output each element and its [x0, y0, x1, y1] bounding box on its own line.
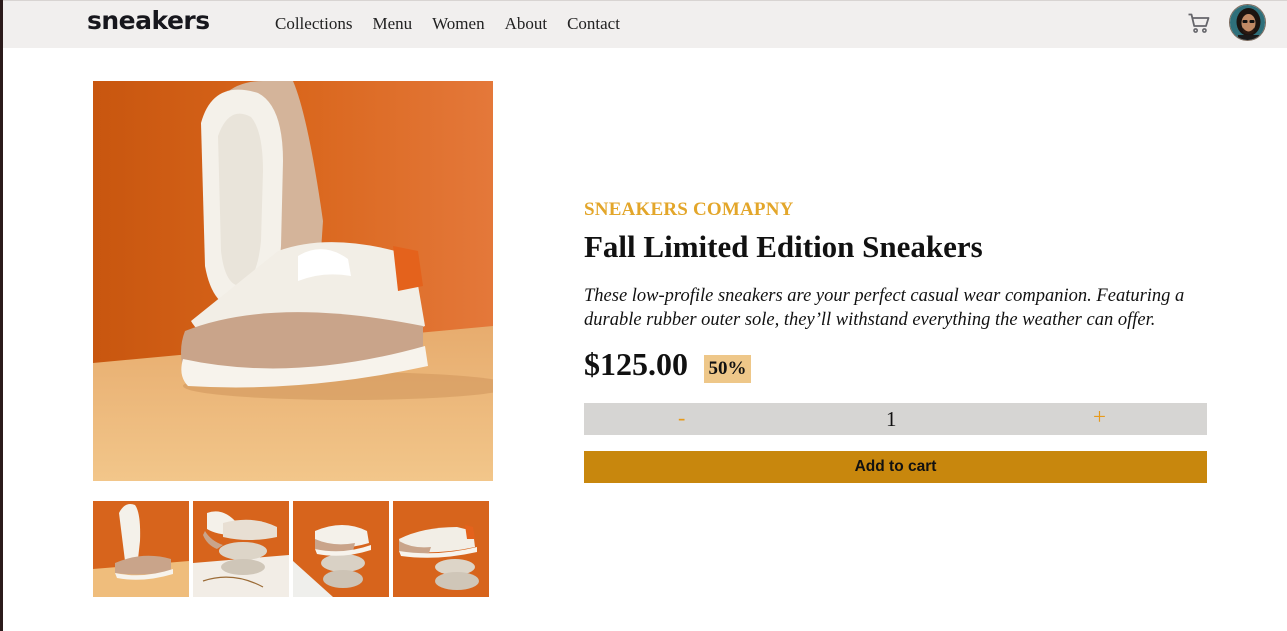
quantity-decrease-button[interactable]: - — [678, 405, 685, 431]
quantity-stepper: - 1 + — [584, 403, 1207, 435]
product-price: $125.00 — [584, 346, 688, 382]
thumbnail-3-image — [293, 501, 389, 597]
sneaker-photo — [93, 81, 493, 481]
product-main-image — [93, 81, 493, 481]
thumbnail-3[interactable] — [293, 501, 389, 597]
discount-badge: 50% — [704, 355, 751, 383]
add-to-cart-button[interactable]: Add to cart — [584, 451, 1207, 483]
nav-link-menu[interactable]: Menu — [372, 14, 412, 34]
top-navigation: sneakers Collections Menu Women About Co… — [3, 0, 1287, 48]
window-edge — [0, 0, 3, 631]
nav-link-about[interactable]: About — [505, 14, 548, 34]
thumbnail-4-image — [393, 501, 489, 597]
thumbnail-2-image — [193, 501, 289, 597]
quantity-increase-button[interactable]: + — [1093, 404, 1106, 430]
thumbnail-1[interactable] — [93, 501, 189, 597]
logo[interactable]: sneakers — [87, 6, 210, 35]
thumbnail-2[interactable] — [193, 501, 289, 597]
cart-icon[interactable] — [1187, 11, 1211, 35]
user-avatar[interactable] — [1229, 4, 1266, 41]
nav-link-collections[interactable]: Collections — [275, 14, 352, 34]
thumbnail-1-image — [93, 501, 189, 597]
nav-link-women[interactable]: Women — [432, 14, 484, 34]
product-title: Fall Limited Edition Sneakers — [584, 229, 983, 264]
nav-link-contact[interactable]: Contact — [567, 14, 620, 34]
thumbnail-4[interactable] — [393, 501, 489, 597]
avatar-icon — [1230, 5, 1265, 40]
product-description: These low-profile sneakers are your perf… — [584, 286, 1185, 330]
nav-links: Collections Menu Women About Contact — [275, 14, 640, 34]
company-name: SNEAKERS COMAPNY — [584, 199, 794, 220]
quantity-value: 1 — [886, 407, 897, 431]
